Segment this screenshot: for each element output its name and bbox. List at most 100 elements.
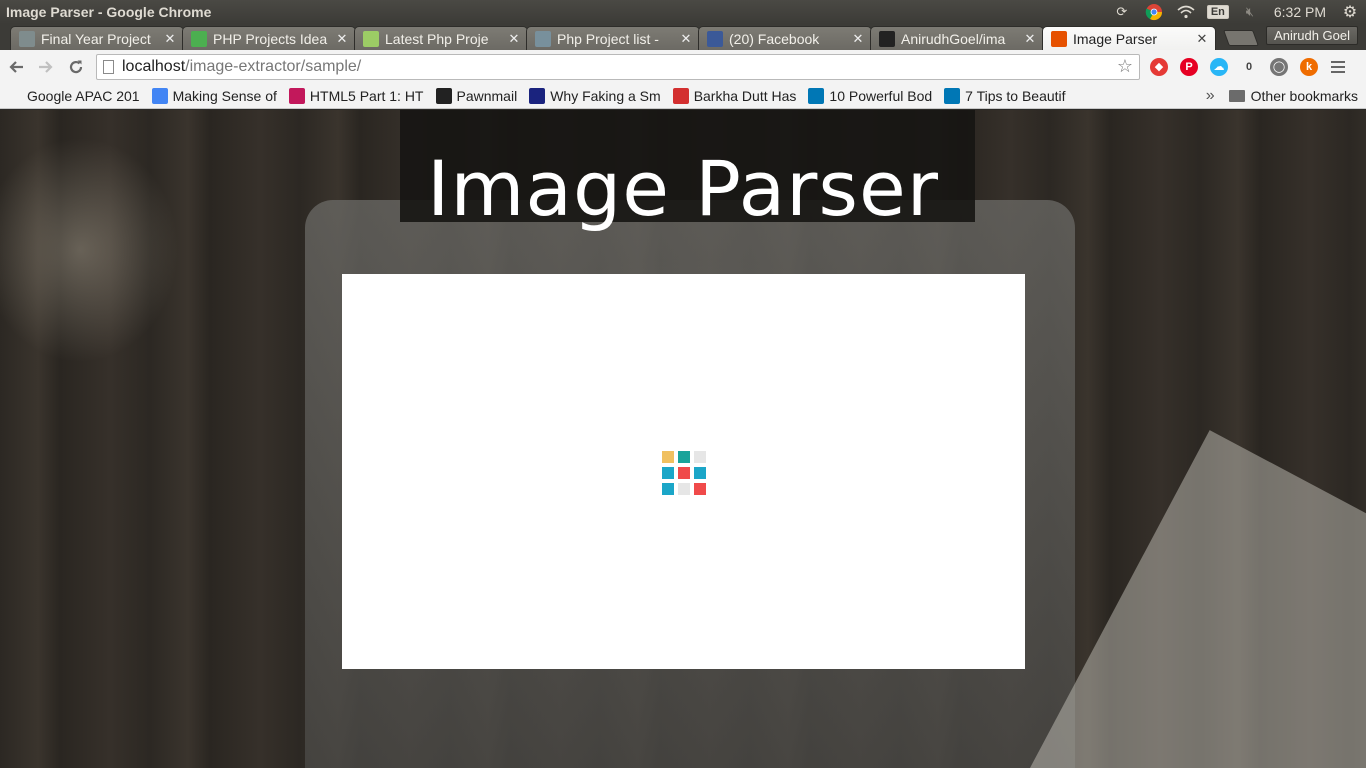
folder-icon [1228, 89, 1245, 102]
loader-square [678, 451, 690, 463]
bookmarks-bar: Google APAC 201 Making Sense of HTML5 Part… [0, 83, 1366, 109]
tab-label: Latest Php Proje [385, 30, 489, 47]
image-parser-icon [1051, 30, 1067, 47]
globe-icon [535, 30, 551, 47]
ublock-icon[interactable]: ◆ [1144, 53, 1174, 81]
bookmark-label: HTML5 Part 1: HT [309, 87, 424, 104]
tab-label: AnirudhGoel/ima [901, 30, 1006, 47]
tab-close-icon[interactable]: ✕ [335, 31, 349, 47]
volume-muted-icon[interactable]: 🔇︎ [1234, 0, 1266, 24]
settings-gear-icon[interactable]: ⚙ [1334, 0, 1366, 24]
extensions-area: ◆ P ☁ 0 ◯ k [1144, 53, 1324, 81]
bookmark-label: 7 Tips to Beautif [965, 87, 1066, 104]
bookmark-label: Pawnmail [456, 87, 518, 104]
google-icon [151, 87, 168, 104]
pinterest-icon-glyph: P [1180, 57, 1198, 76]
back-button[interactable] [2, 53, 30, 81]
zz-icon [363, 30, 379, 47]
chrome-icon[interactable] [1138, 0, 1170, 24]
back-arrow-icon [9, 60, 23, 73]
url-path: /image-extractor/sample/ [185, 57, 362, 75]
cloud-icon-glyph: ☁ [1210, 57, 1228, 76]
bookmark-item[interactable]: Why Faking a Sm [523, 87, 666, 104]
bookmark-item[interactable]: HTML5 Part 1: HT [283, 87, 430, 104]
tab-close-icon[interactable]: ✕ [507, 31, 521, 47]
tab-close-icon[interactable]: ✕ [1195, 31, 1209, 47]
f-icon [529, 87, 546, 104]
loading-spinner [662, 451, 706, 495]
forward-button[interactable] [32, 53, 60, 81]
tab-close-icon[interactable]: ✕ [163, 31, 177, 47]
linkedin-icon [944, 87, 961, 104]
tab-item[interactable]: PHP Projects Idea ✕ [182, 26, 356, 50]
bookmark-label: Making Sense of [172, 87, 277, 104]
page-icon [103, 59, 114, 74]
bookmark-label: 10 Powerful Bod [829, 87, 933, 104]
tab-active[interactable]: Image Parser ✕ [1042, 26, 1216, 50]
cloud-icon[interactable]: ☁ [1204, 53, 1234, 81]
pawn-icon [435, 87, 452, 104]
other-bookmarks-label: Other bookmarks [1250, 87, 1358, 104]
counter-badge-icon[interactable]: 0 [1234, 53, 1264, 81]
tab-item[interactable]: AnirudhGoel/ima ✕ [870, 26, 1044, 50]
page-title: Image Parser [426, 144, 939, 233]
counter-badge-icon-glyph: 0 [1240, 57, 1258, 76]
bookmark-item[interactable]: Google APAC 201 [0, 88, 146, 104]
bookmark-item[interactable]: 7 Tips to Beautif [938, 87, 1071, 104]
tab-close-icon[interactable]: ✕ [1023, 31, 1037, 47]
chrome-menu-icon[interactable] [1324, 60, 1352, 73]
loader-square [678, 483, 690, 495]
system-indicators: ⟳ En 🔇︎ 6:32 PM ⚙ [1106, 0, 1366, 24]
bookmark-item[interactable]: 10 Powerful Bod [802, 87, 938, 104]
k-extension-icon-glyph: k [1300, 57, 1318, 76]
tab-close-icon[interactable]: ✕ [679, 31, 693, 47]
tab-list: Final Year Project ✕ PHP Projects Idea ✕ Lat… [10, 26, 1216, 50]
profile-button[interactable]: Anirudh Goel [1266, 26, 1358, 45]
tab-label: (20) Facebook [729, 30, 820, 47]
url-host: localhost [122, 57, 186, 75]
loader-square [694, 451, 706, 463]
browser-toolbar: localhost /image-extractor/sample/ ☆ ◆ P ☁… [0, 50, 1366, 83]
image-panel [342, 274, 1025, 669]
os-top-bar: Image Parser - Google Chrome ⟳ En 🔇︎ 6:3… [0, 0, 1366, 24]
wifi-icon[interactable] [1170, 0, 1202, 24]
circle-extension-icon[interactable]: ◯ [1264, 53, 1294, 81]
tab-label: Final Year Project [41, 30, 151, 47]
other-bookmarks-folder[interactable]: Other bookmarks [1223, 88, 1366, 104]
tab-item[interactable]: Php Project list - ✕ [526, 26, 700, 50]
tab-item[interactable]: Latest Php Proje ✕ [354, 26, 528, 50]
puzzle-icon [288, 87, 305, 104]
tab-label: PHP Projects Idea [213, 30, 328, 47]
loader-square [662, 467, 674, 479]
bookmark-list: Google APAC 201 Making Sense of HTML5 Part… [0, 87, 1072, 104]
clock[interactable]: 6:32 PM [1266, 4, 1334, 20]
bookmark-star-icon[interactable]: ☆ [1117, 56, 1133, 77]
bookmark-label: Why Faking a Sm [550, 87, 661, 104]
page-icon [19, 30, 35, 47]
reload-button[interactable] [62, 53, 90, 81]
circle-extension-icon-glyph: ◯ [1270, 57, 1288, 76]
bookmark-item[interactable]: Barkha Dutt Has [667, 87, 803, 104]
loader-square [662, 483, 674, 495]
pinterest-icon[interactable]: P [1174, 53, 1204, 81]
bookmark-item[interactable]: Making Sense of [146, 87, 283, 104]
reload-icon [69, 60, 83, 73]
k-extension-icon[interactable]: k [1294, 53, 1324, 81]
loader-square [694, 483, 706, 495]
facebook-icon [707, 30, 723, 47]
address-bar[interactable]: localhost /image-extractor/sample/ ☆ [96, 53, 1140, 80]
sync-icon[interactable]: ⟳ [1106, 0, 1138, 24]
page-viewport: Image Parser [0, 110, 1366, 768]
tab-item[interactable]: (20) Facebook ✕ [698, 26, 872, 50]
tab-label: Image Parser [1073, 30, 1158, 47]
tab-close-icon[interactable]: ✕ [851, 31, 865, 47]
news-icon [672, 87, 689, 104]
window-title: Image Parser - Google Chrome [6, 4, 212, 20]
new-tab-button[interactable] [1223, 30, 1259, 46]
ublock-icon-glyph: ◆ [1150, 57, 1168, 76]
language-indicator[interactable]: En [1202, 0, 1234, 24]
bookmark-item[interactable]: Pawnmail [430, 87, 524, 104]
forward-arrow-icon [39, 60, 53, 73]
bookmarks-overflow-button[interactable]: » [1198, 87, 1223, 105]
tab-item[interactable]: Final Year Project ✕ [10, 26, 184, 50]
